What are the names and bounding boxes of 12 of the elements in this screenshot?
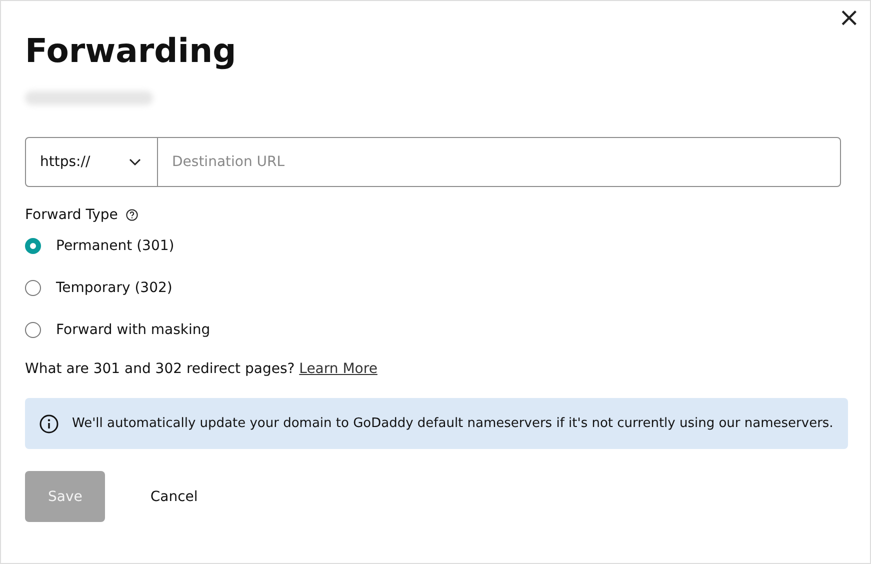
- cancel-button[interactable]: Cancel: [127, 471, 221, 522]
- radio-label[interactable]: Temporary (302): [56, 280, 172, 296]
- dialog-title: Forwarding: [25, 30, 238, 71]
- close-button[interactable]: ×: [834, 5, 864, 31]
- radio-label[interactable]: Permanent (301): [56, 238, 174, 254]
- learn-more-link[interactable]: Learn More: [299, 361, 378, 377]
- help-text: What are 301 and 302 redirect pages? Learn More: [25, 360, 378, 379]
- protocol-dropdown[interactable]: https://: [26, 138, 158, 186]
- field-label: Forward Type: [25, 207, 118, 223]
- info-text: We'll automatically update your domain to GoDaddy default nameservers if it's not currently using our nameservers.: [72, 416, 834, 431]
- url-field[interactable]: https:// Destination URL: [25, 137, 841, 187]
- radio-label[interactable]: Forward with masking: [56, 322, 210, 338]
